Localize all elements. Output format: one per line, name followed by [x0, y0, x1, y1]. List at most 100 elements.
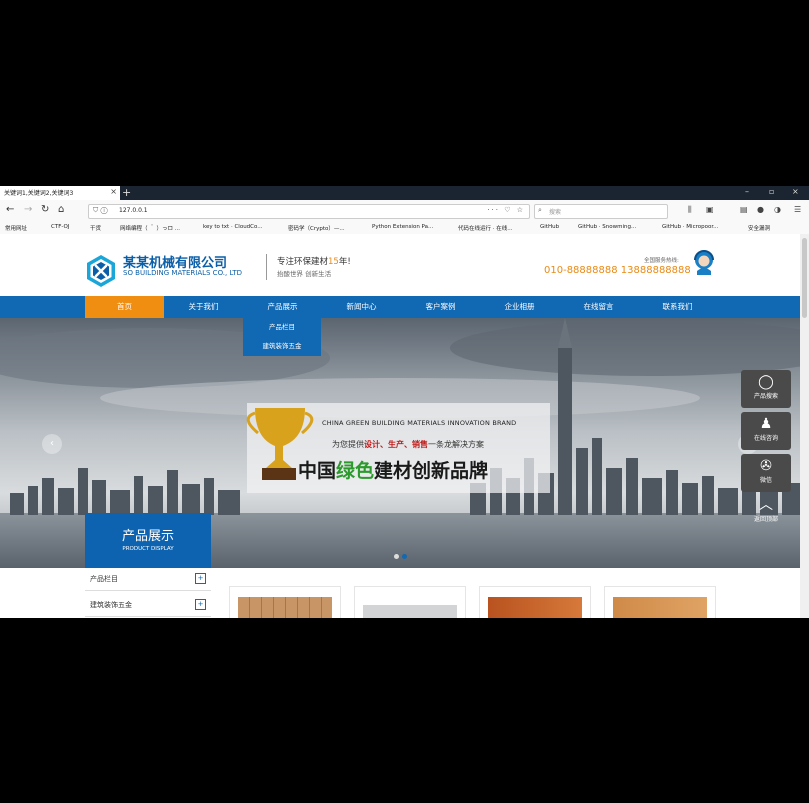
product-tile[interactable]	[479, 586, 591, 618]
side-wechat[interactable]: ✇ 微信	[741, 454, 791, 492]
search-input[interactable]: ⌕ 搜索	[534, 204, 668, 219]
bookmark-item[interactable]: GitHub · Micropoor...	[662, 224, 718, 230]
search-icon: ◯	[758, 374, 774, 390]
nav-item-album[interactable]: 企业相册	[480, 296, 559, 318]
close-tab-icon[interactable]: ×	[110, 187, 117, 196]
maximize-button[interactable]: ▫	[769, 187, 774, 196]
product-tile[interactable]	[604, 586, 716, 618]
customer-service-icon	[694, 250, 714, 275]
new-tab-button[interactable]: +	[122, 186, 131, 199]
category-item[interactable]: 产品栏目 +	[85, 568, 211, 591]
side-label: 产品搜索	[753, 393, 778, 400]
back-icon[interactable]: ←	[6, 204, 14, 215]
dropdown-item-hardware[interactable]: 建筑装饰五金	[243, 337, 321, 356]
library-icon[interactable]: ⫼	[688, 205, 692, 215]
banner-headline: 中国绿色建材创新品牌	[298, 456, 488, 483]
side-label: 在线咨询	[753, 435, 778, 442]
product-display-header: 产品展示 PRODUCT DISPLAY	[85, 513, 211, 568]
up-arrow-icon: ︿	[759, 497, 773, 513]
nav-item-contact[interactable]: 联系我们	[638, 296, 717, 318]
slogan-prefix: 专注环保建材	[277, 257, 329, 267]
bookmark-item[interactable]: 网络编程（ ＾ ）っロ ...	[120, 224, 180, 232]
category-label: 建筑装饰五金	[90, 601, 132, 609]
hotline-label: 全国服务热线:	[644, 258, 679, 264]
product-tile[interactable]	[354, 586, 466, 618]
brand-name-english: SO BUILDING MATERIALS CO., LTD	[123, 269, 243, 277]
banner-prev-button[interactable]: ‹	[42, 434, 62, 454]
bookmark-item[interactable]: CTF-OJ	[51, 224, 69, 230]
bookmark-item[interactable]: 密码学（Crypto）—...	[288, 224, 345, 232]
chat-icon: ♟	[759, 416, 773, 432]
banner-sub-prefix: 为您提供	[332, 440, 364, 449]
banner-main-prefix: 中国	[298, 460, 337, 482]
nav-item-message[interactable]: 在线留言	[559, 296, 638, 318]
banner-english-line: CHINA GREEN BUILDING MATERIALS INNOVATIO…	[322, 419, 517, 427]
products-dropdown: 产品栏目 建筑装饰五金	[243, 318, 321, 356]
product-image	[613, 597, 707, 618]
header-divider	[266, 254, 267, 280]
nav-item-home[interactable]: 首页	[85, 296, 164, 318]
wechat-icon: ✇	[760, 458, 772, 474]
url-text: 127.0.0.1	[119, 207, 148, 214]
product-title-english: PRODUCT DISPLAY	[122, 546, 174, 552]
side-back-to-top[interactable]: ︿ 返回顶部	[741, 496, 791, 526]
search-placeholder: 搜索	[549, 209, 562, 216]
minimize-button[interactable]: –	[745, 187, 749, 196]
side-label: 返回顶部	[753, 516, 778, 523]
category-label: 产品栏目	[90, 575, 118, 583]
home-icon[interactable]: ⌂	[58, 204, 64, 215]
addon-icon[interactable]: ◑	[774, 205, 781, 214]
slogan: 专注环保建材15年!	[277, 255, 351, 267]
bookmark-item[interactable]: 干货	[90, 224, 101, 232]
cookie-icon[interactable]: ●	[757, 205, 764, 214]
bookmark-item[interactable]: Python Extension Pa...	[372, 224, 433, 230]
slogan-suffix: 年!	[338, 257, 351, 267]
menu-icon[interactable]: ☰	[794, 205, 801, 214]
product-image	[488, 597, 582, 618]
page-actions-icon[interactable]: ··· ♡ ☆	[487, 206, 525, 214]
bookmark-item[interactable]: 代码在线运行 · 在线...	[458, 224, 513, 232]
company-logo-icon	[87, 255, 115, 287]
nav-item-news[interactable]: 新闻中心	[322, 296, 401, 318]
lock-icon: ⛉ ⓘ	[93, 206, 108, 214]
nav-item-about[interactable]: 关于我们	[164, 296, 243, 318]
scrollbar-thumb[interactable]	[802, 238, 807, 318]
bookmark-item[interactable]: GitHub · Snowming...	[578, 224, 636, 230]
banner-sub-suffix: 一条龙解决方案	[428, 440, 484, 449]
expand-icon[interactable]: +	[195, 573, 206, 584]
tab-title: 关键词1,关键词2,关键词3	[4, 190, 74, 197]
product-image	[238, 597, 332, 618]
browser-tab[interactable]: 关键词1,关键词2,关键词3 ×	[0, 186, 120, 200]
slide-dot-2[interactable]	[402, 554, 407, 559]
nav-item-products[interactable]: 产品展示	[243, 296, 322, 318]
hotline-number: 010-88888888 13888888888	[544, 265, 691, 276]
extension-icon[interactable]: ▣	[706, 205, 714, 214]
bookmark-item[interactable]: key to txt · CloudCo...	[203, 224, 263, 230]
bookmark-item[interactable]: GitHub	[540, 224, 559, 230]
main-navigation: 首页 关于我们 产品展示 新闻中心 客户案例 企业相册 在线留言 联系我们	[0, 296, 800, 318]
side-product-search[interactable]: ◯ 产品搜索	[741, 370, 791, 408]
address-bar[interactable]: ⛉ ⓘ 127.0.0.1 ··· ♡ ☆	[88, 204, 530, 219]
product-image	[363, 605, 457, 618]
banner-subtitle: 为您提供设计、生产、销售一条龙解决方案	[332, 439, 484, 450]
slogan-sub: 抬酸世界 创新生活	[277, 270, 332, 278]
banner-main-suffix: 建材创新品牌	[374, 460, 489, 482]
bookmark-item[interactable]: 常用网址	[5, 224, 27, 232]
dropdown-item-category[interactable]: 产品栏目	[243, 318, 321, 337]
banner-main-green: 绿色	[336, 460, 375, 482]
slogan-years: 15	[328, 257, 339, 267]
page-scrollbar[interactable]	[800, 234, 809, 618]
category-item[interactable]: 建筑装饰五金 +	[85, 594, 211, 617]
sidebar-icon[interactable]: ▤	[740, 205, 748, 214]
web-page: 某某机械有限公司 SO BUILDING MATERIALS CO., LTD …	[0, 234, 800, 618]
expand-icon[interactable]: +	[195, 599, 206, 610]
reload-icon[interactable]: ↻	[41, 204, 49, 215]
forward-icon[interactable]: →	[24, 204, 32, 215]
close-window-button[interactable]: ×	[792, 187, 799, 196]
product-tile[interactable]	[229, 586, 341, 618]
navigation-bar: ← → ↻ ⌂ ⛉ ⓘ 127.0.0.1 ··· ♡ ☆ ⌕ 搜索 ⫼ ▣ ▤…	[0, 200, 809, 223]
side-online-chat[interactable]: ♟ 在线咨询	[741, 412, 791, 450]
bookmark-item[interactable]: 安全漏洞	[748, 224, 770, 232]
slide-dot-1[interactable]	[394, 554, 399, 559]
nav-item-cases[interactable]: 客户案例	[401, 296, 480, 318]
